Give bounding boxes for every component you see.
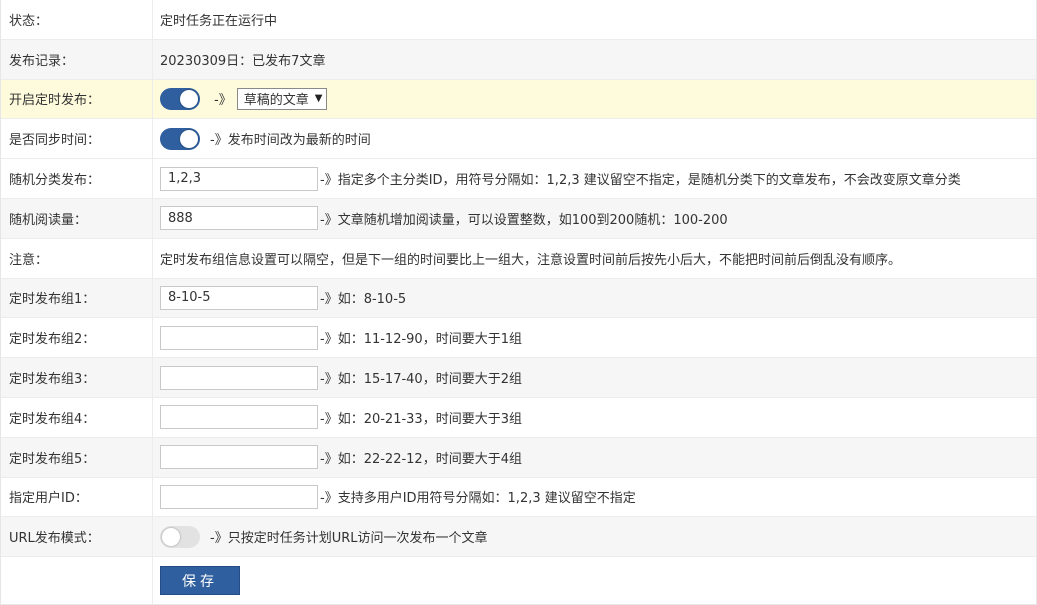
group3-value: -》如：15-17-40，时间要大于2组: [153, 365, 1036, 390]
toggle-knob: [162, 527, 180, 546]
url-mode-hint: -》只按定时任务计划URL访问一次发布一个文章: [210, 531, 488, 547]
sync-value: -》发布时间改为最新的时间: [153, 127, 1036, 150]
article-source-selected: 草稿的文章: [243, 93, 309, 109]
group2-label: 定时发布组2：: [1, 318, 153, 358]
enable-value: -》 草稿的文章 ▼: [153, 87, 1036, 110]
group1-value: -》如：8-10-5: [153, 285, 1036, 310]
category-label: 随机分类发布：: [1, 159, 153, 198]
group3-input[interactable]: [160, 365, 318, 390]
note-row: 注意： 定时发布组信息设置可以隔空，但是下一组的时间要比上一组大，注意设置时间前…: [1, 238, 1036, 279]
group1-input[interactable]: [160, 285, 318, 310]
save-row-spacer: [1, 557, 153, 605]
group2-input[interactable]: [160, 325, 318, 350]
group5-value: -》如：22-22-12，时间要大于4组: [153, 445, 1036, 470]
group5-hint: -》如：22-22-12，时间要大于4组: [320, 451, 522, 467]
url-mode-row: URL发布模式： -》只按定时任务计划URL访问一次发布一个文章: [1, 517, 1036, 558]
user-ids-input[interactable]: [160, 484, 318, 509]
status-label: 状态：: [1, 0, 153, 39]
views-value: -》文章随机增加阅读量，可以设置整数，如100到200随机：100-200: [153, 206, 1036, 231]
save-row-value: 保存: [153, 566, 1036, 596]
group3-hint: -》如：15-17-40，时间要大于2组: [320, 372, 522, 388]
views-hint: -》文章随机增加阅读量，可以设置整数，如100到200随机：100-200: [320, 212, 728, 228]
category-row: 随机分类发布： -》指定多个主分类ID，用符号分隔如：1,2,3 建议留空不指定…: [1, 159, 1036, 199]
group2-value: -》如：11-12-90，时间要大于1组: [153, 325, 1036, 350]
category-hint: -》指定多个主分类ID，用符号分隔如：1,2,3 建议留空不指定，是随机分类下的…: [320, 173, 961, 189]
note-label: 注意：: [1, 238, 153, 278]
user-hint: -》支持多用户ID用符号分隔如：1,2,3 建议留空不指定: [320, 491, 636, 507]
sync-hint: -》发布时间改为最新的时间: [210, 133, 371, 149]
article-source-select[interactable]: 草稿的文章 ▼: [236, 87, 328, 110]
category-value: -》指定多个主分类ID，用符号分隔如：1,2,3 建议留空不指定，是随机分类下的…: [153, 166, 1036, 191]
sync-row: 是否同步时间： -》发布时间改为最新的时间: [1, 119, 1036, 160]
save-row: 保存: [1, 557, 1036, 605]
enable-row: 开启定时发布： -》 草稿的文章 ▼: [1, 79, 1036, 120]
group5-label: 定时发布组5：: [1, 437, 153, 477]
user-row: 指定用户ID： -》支持多用户ID用符号分隔如：1,2,3 建议留空不指定: [1, 477, 1036, 518]
enable-label: 开启定时发布：: [1, 79, 153, 119]
record-row: 发布记录： 20230309日：已发布7文章: [1, 39, 1036, 80]
group4-input[interactable]: [160, 405, 318, 430]
toggle-knob: [180, 89, 198, 108]
views-label: 随机阅读量：: [1, 198, 153, 238]
group1-hint: -》如：8-10-5: [320, 292, 407, 308]
cron-publish-settings-form: 状态： 定时任务正在运行中 发布记录： 20230309日：已发布7文章 开启定…: [0, 0, 1037, 605]
save-button[interactable]: 保存: [160, 566, 240, 596]
url-mode-value: -》只按定时任务计划URL访问一次发布一个文章: [153, 525, 1036, 548]
group4-value: -》如：20-21-33，时间要大于3组: [153, 405, 1036, 430]
group4-hint: -》如：20-21-33，时间要大于3组: [320, 411, 522, 427]
chevron-down-icon: ▼: [314, 93, 323, 105]
user-label: 指定用户ID：: [1, 477, 153, 517]
group5-row: 定时发布组5： -》如：22-22-12，时间要大于4组: [1, 437, 1036, 478]
group3-label: 定时发布组3：: [1, 358, 153, 397]
group4-label: 定时发布组4：: [1, 397, 153, 437]
views-row: 随机阅读量： -》文章随机增加阅读量，可以设置整数，如100到200随机：100…: [1, 198, 1036, 239]
record-label: 发布记录：: [1, 39, 153, 79]
group1-row: 定时发布组1： -》如：8-10-5: [1, 278, 1036, 319]
category-ids-input[interactable]: [160, 166, 318, 191]
url-mode-label: URL发布模式：: [1, 517, 153, 557]
random-views-input[interactable]: [160, 206, 318, 231]
sync-label: 是否同步时间：: [1, 119, 153, 159]
group5-input[interactable]: [160, 445, 318, 470]
record-value: 20230309日：已发布7文章: [160, 53, 326, 69]
status-row: 状态： 定时任务正在运行中: [1, 0, 1036, 40]
status-value: 定时任务正在运行中: [160, 13, 278, 29]
sync-time-toggle[interactable]: [160, 127, 200, 150]
user-value: -》支持多用户ID用符号分隔如：1,2,3 建议留空不指定: [153, 484, 1036, 509]
group1-label: 定时发布组1：: [1, 278, 153, 318]
toggle-knob: [180, 129, 198, 148]
group3-row: 定时发布组3： -》如：15-17-40，时间要大于2组: [1, 358, 1036, 398]
group4-row: 定时发布组4： -》如：20-21-33，时间要大于3组: [1, 397, 1036, 438]
url-mode-toggle[interactable]: [160, 525, 200, 548]
enable-toggle[interactable]: [160, 87, 200, 110]
group2-hint: -》如：11-12-90，时间要大于1组: [320, 332, 522, 348]
enable-arrow: -》: [214, 93, 232, 109]
group2-row: 定时发布组2： -》如：11-12-90，时间要大于1组: [1, 318, 1036, 359]
note-value: 定时发布组信息设置可以隔空，但是下一组的时间要比上一组大，注意设置时间前后按先小…: [160, 252, 902, 268]
